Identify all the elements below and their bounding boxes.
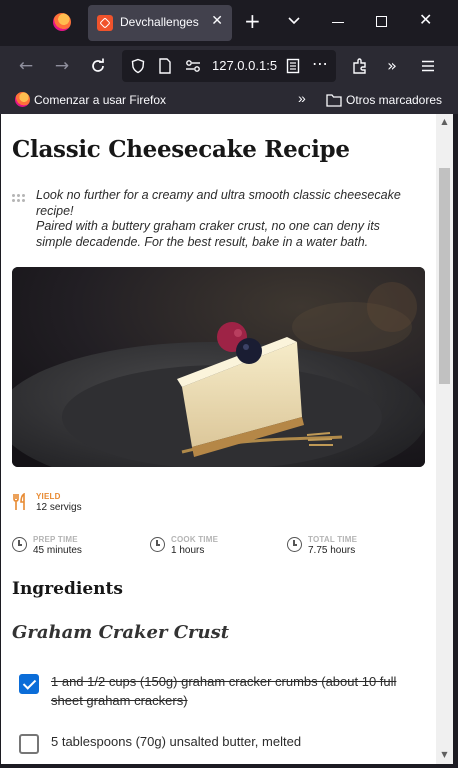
reader-view-icon[interactable] <box>286 58 300 74</box>
active-tab[interactable]: Devchallenges ✕ <box>88 5 232 41</box>
new-tab-icon[interactable]: + <box>244 10 261 32</box>
window-minimize-icon[interactable] <box>332 22 344 23</box>
cheesecake-illustration <box>12 267 425 467</box>
bookmark-other-bookmarks[interactable]: Otros marcadores <box>346 93 442 107</box>
prep-time-value: 45 minutes <box>33 545 82 556</box>
list-all-tabs-chevron-icon[interactable] <box>286 12 302 28</box>
tab-close-icon[interactable]: ✕ <box>211 13 223 29</box>
page-icon[interactable] <box>158 58 172 74</box>
browser-window: Devchallenges ✕ + ✕ ← → 127.0.0.1:5 ⋯ » … <box>0 0 458 768</box>
tab-bar: Devchallenges ✕ + ✕ <box>0 0 458 46</box>
prep-clock-icon <box>12 537 27 552</box>
bookmarks-overflow-icon[interactable]: » <box>298 90 306 106</box>
page-title: Classic Cheesecake Recipe <box>12 136 350 163</box>
url-text[interactable]: 127.0.0.1:5 <box>212 58 278 73</box>
cook-time-value: 1 hours <box>171 545 205 556</box>
window-maximize-icon[interactable] <box>376 16 387 27</box>
ingredient-checkbox[interactable] <box>19 674 39 694</box>
navigation-bar: ← → 127.0.0.1:5 ⋯ » <box>0 46 458 86</box>
reload-icon[interactable] <box>89 57 107 75</box>
bookmarks-toolbar: Comenzar a usar Firefox » Otros marcador… <box>0 86 458 114</box>
firefox-logo-icon <box>15 92 30 107</box>
page-actions-menu-icon[interactable]: ⋯ <box>312 54 329 73</box>
shield-icon[interactable] <box>130 58 146 74</box>
yield-value: 12 servigs <box>36 502 82 513</box>
drag-handle-icon <box>12 194 26 203</box>
devchallenges-favicon-icon <box>97 15 113 31</box>
forward-arrow-icon[interactable]: → <box>50 54 74 78</box>
total-clock-icon <box>287 537 302 552</box>
back-arrow-icon[interactable]: ← <box>14 54 38 78</box>
total-time-value: 7.75 hours <box>308 545 356 556</box>
fork-knife-icon <box>13 493 25 510</box>
cook-clock-icon <box>150 537 165 552</box>
firefox-view-icon[interactable] <box>53 13 71 31</box>
cheesecake-photo <box>12 267 425 467</box>
scroll-up-arrow-icon[interactable]: ▲ <box>439 117 450 128</box>
total-time-label: TOTAL TIME <box>308 535 358 544</box>
tab-title: Devchallenges <box>120 15 199 29</box>
scrollbar-thumb[interactable] <box>439 168 450 384</box>
window-close-icon[interactable]: ✕ <box>419 10 432 29</box>
page-content: Classic Cheesecake Recipe Look no furthe… <box>1 114 453 764</box>
extensions-icon[interactable] <box>351 57 369 75</box>
ingredients-heading: Ingredients <box>12 579 123 599</box>
yield-label: YIELD <box>36 492 61 501</box>
ingredient-checkbox[interactable] <box>19 734 39 754</box>
ingredient-text: 1 and 1/2 cups (150g) graham cracker cru… <box>51 674 397 708</box>
crust-subheading: Graham Craker Crust <box>12 622 230 643</box>
page-scrollbar[interactable]: ▲ ▼ <box>436 114 453 764</box>
bookmark-getting-started[interactable]: Comenzar a usar Firefox <box>34 93 166 107</box>
cook-time-label: COOK TIME <box>171 535 219 544</box>
hamburger-menu-icon[interactable] <box>420 58 436 74</box>
folder-icon <box>326 94 342 107</box>
recipe-intro: Look no further for a creamy and ultra s… <box>36 188 401 249</box>
url-bar[interactable]: 127.0.0.1:5 ⋯ <box>122 50 336 82</box>
prep-time-label: PREP TIME <box>33 535 78 544</box>
ingredient-text: 5 tablespoons (70g) unsalted butter, mel… <box>51 734 302 749</box>
overflow-chevron-icon[interactable]: » <box>380 54 404 78</box>
scroll-down-arrow-icon[interactable]: ▼ <box>439 750 450 761</box>
permissions-icon[interactable] <box>184 58 202 74</box>
